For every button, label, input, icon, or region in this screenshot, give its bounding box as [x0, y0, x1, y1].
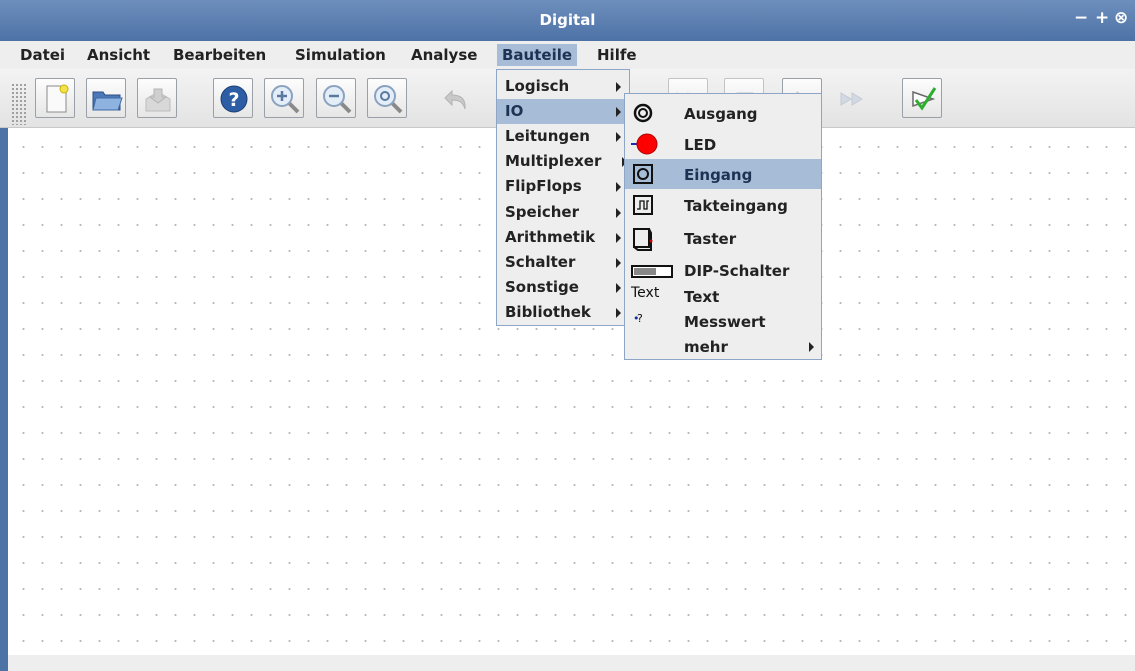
input-icon	[633, 164, 653, 184]
run-to-break-icon	[840, 92, 863, 106]
submenu-arrow-icon	[809, 342, 814, 352]
zoom-in-button[interactable]	[264, 78, 304, 118]
check-button[interactable]	[902, 78, 942, 118]
submenu-item-ausgang[interactable]: Ausgang	[625, 98, 821, 128]
open-button[interactable]	[86, 78, 126, 118]
undo-button[interactable]	[437, 78, 477, 118]
menu-item-label: Schalter	[505, 253, 576, 271]
submenu-item-label: Ausgang	[684, 105, 758, 123]
svg-text:?: ?	[228, 89, 239, 111]
menu-item-schalter[interactable]: Schalter	[497, 250, 629, 275]
menu-item-bibliothek[interactable]: Bibliothek	[497, 300, 629, 325]
menu-simulation[interactable]: Simulation	[290, 44, 391, 66]
open-folder-icon	[92, 91, 123, 111]
probe-icon: ?	[637, 312, 643, 325]
submenu-item-label: Text	[684, 288, 720, 306]
maximize-button[interactable]: +	[1095, 8, 1109, 28]
zoom-fit-button[interactable]	[367, 78, 407, 118]
menu-item-label: Arithmetik	[505, 228, 596, 246]
menu-item-logisch[interactable]: Logisch	[497, 74, 629, 99]
dip-switch-icon	[631, 265, 673, 278]
menu-item-arithmetik[interactable]: Arithmetik	[497, 225, 629, 250]
minimize-button[interactable]: −	[1074, 8, 1088, 28]
submenu-item-eingang[interactable]: Eingang	[625, 159, 821, 189]
submenu-arrow-icon	[616, 132, 621, 142]
menu-item-label: FlipFlops	[505, 177, 582, 195]
submenu-item-led[interactable]: LED	[625, 129, 821, 159]
submenu-arrow-icon	[616, 283, 621, 293]
check-icon	[912, 87, 937, 111]
menu-item-label: Leitungen	[505, 127, 590, 145]
submenu-item-label: Messwert	[684, 313, 766, 331]
menu-datei[interactable]: Datei	[15, 44, 70, 66]
menu-item-speicher[interactable]: Speicher	[497, 200, 629, 225]
save-button[interactable]	[137, 78, 177, 118]
clock-input-icon	[633, 195, 653, 215]
submenu-item-label: Takteingang	[684, 197, 788, 215]
submenu-item-label: LED	[684, 136, 717, 154]
submenu-item-taster[interactable]: Taster	[625, 223, 821, 253]
menu-item-label: Multiplexer	[505, 152, 602, 170]
title-bar: Digital − + ⊗	[0, 0, 1135, 41]
submenu-item-label: Eingang	[684, 166, 753, 184]
zoom-out-button[interactable]	[316, 78, 356, 118]
save-icon	[145, 88, 171, 112]
led-icon	[631, 133, 658, 155]
run-to-break-button[interactable]	[832, 78, 872, 118]
window-left-border	[0, 41, 8, 671]
help-icon: ?	[220, 85, 248, 113]
button-component-icon	[633, 228, 653, 251]
help-button[interactable]: ?	[213, 78, 253, 118]
submenu-arrow-icon	[616, 233, 621, 243]
close-button[interactable]: ⊗	[1114, 8, 1128, 28]
submenu-arrow-icon	[616, 107, 621, 117]
new-file-icon	[46, 84, 69, 113]
menu-ansicht[interactable]: Ansicht	[82, 44, 155, 66]
menu-bearbeiten[interactable]: Bearbeiten	[168, 44, 271, 66]
submenu-item-mehr[interactable]: mehr	[625, 331, 821, 361]
toolbar-grip[interactable]	[11, 83, 27, 125]
status-bar	[8, 655, 1135, 671]
menu-hilfe[interactable]: Hilfe	[592, 44, 642, 66]
menu-item-label: Speicher	[505, 203, 579, 221]
undo-icon	[444, 89, 466, 110]
zoom-fit-icon	[374, 85, 403, 114]
submenu-item-label: mehr	[684, 338, 728, 356]
menu-item-label: Logisch	[505, 77, 570, 95]
io-submenu: Ausgang LED Eingang Takteingang Taster D…	[624, 93, 822, 360]
window-title: Digital	[539, 11, 596, 29]
submenu-item-label: Taster	[684, 230, 737, 248]
submenu-arrow-icon	[616, 82, 621, 92]
submenu-item-label: DIP-Schalter	[684, 262, 790, 280]
menu-item-io[interactable]: IO	[497, 99, 629, 124]
menu-item-leitungen[interactable]: Leitungen	[497, 124, 629, 149]
menu-analyse[interactable]: Analyse	[406, 44, 482, 66]
menu-item-label: Sonstige	[505, 278, 579, 296]
output-icon	[633, 103, 653, 123]
zoom-out-icon	[323, 85, 352, 114]
submenu-item-takteingang[interactable]: Takteingang	[625, 190, 821, 220]
menu-item-flipflops[interactable]: FlipFlops	[497, 174, 629, 199]
submenu-arrow-icon	[616, 208, 621, 218]
menu-item-label: IO	[505, 102, 524, 120]
submenu-arrow-icon	[616, 308, 621, 318]
menu-bar: Datei Ansicht Bearbeiten Simulation Anal…	[0, 41, 1135, 69]
submenu-arrow-icon	[616, 258, 621, 268]
zoom-in-icon	[271, 85, 300, 114]
text-icon: Text	[631, 285, 660, 301]
bauteile-dropdown: Logisch IO Leitungen Multiplexer FlipFlo…	[496, 69, 630, 326]
menu-item-sonstige[interactable]: Sonstige	[497, 275, 629, 300]
menu-bauteile[interactable]: Bauteile	[497, 44, 578, 66]
new-button[interactable]	[35, 78, 75, 118]
menu-item-multiplexer[interactable]: Multiplexer	[497, 149, 629, 174]
submenu-arrow-icon	[616, 182, 621, 192]
menu-item-label: Bibliothek	[505, 303, 591, 321]
